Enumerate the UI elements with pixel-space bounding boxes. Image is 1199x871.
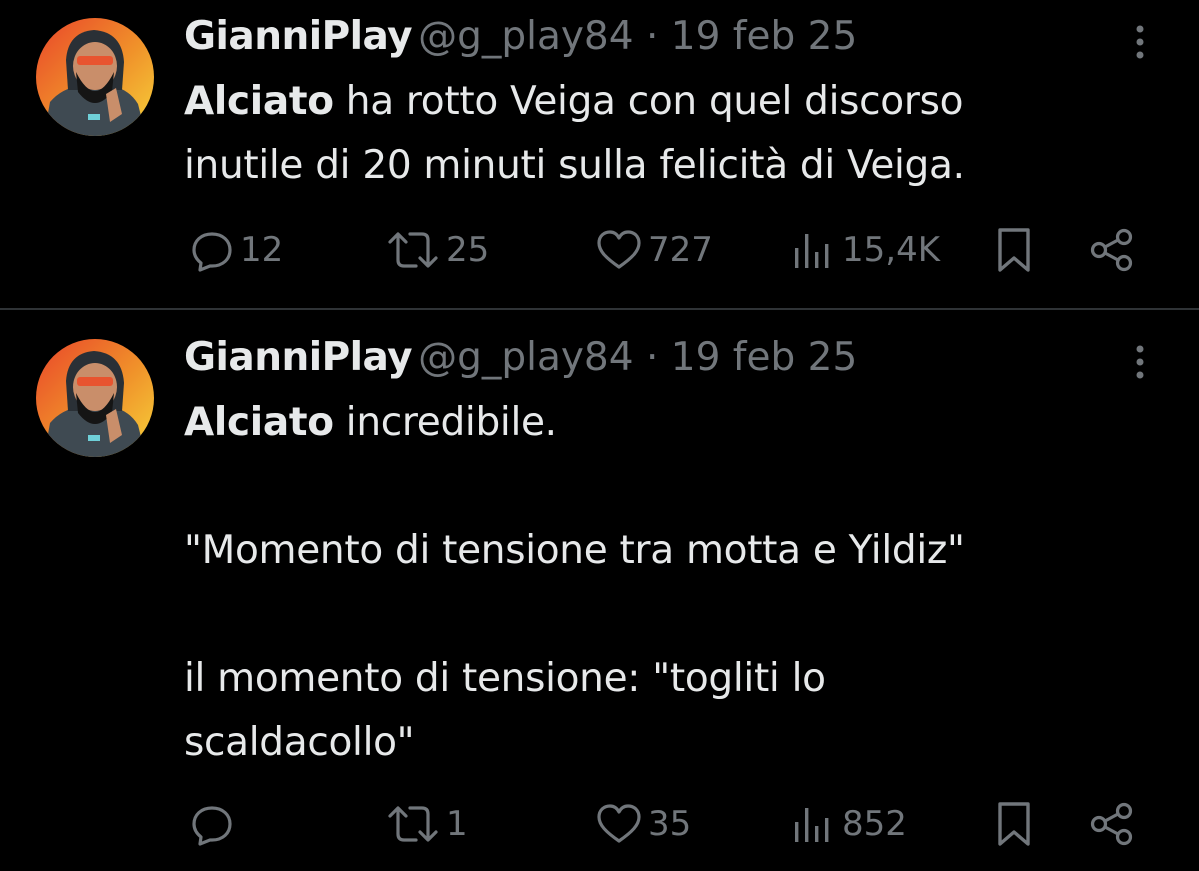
repost-count: 1 [446,804,468,844]
view-count: 852 [842,804,907,844]
bookmark-icon [998,228,1030,272]
reply-button[interactable]: 12 [188,220,283,280]
tweet-text: Alciato ha rotto Veiga con quel discorso… [184,70,1164,198]
views-icon [795,234,829,268]
user-handle[interactable]: @g_play84 [418,335,633,380]
repost-button[interactable]: 25 [384,220,489,280]
tweet-header: GianniPlay @g_play84 · 19 feb 25 [184,335,857,381]
tweet-text-line: "Momento di tensione tra motta e Yildiz" [184,528,965,573]
like-count: 727 [648,230,713,270]
reply-button[interactable] [188,794,240,854]
view-count: 15,4K [842,230,940,270]
views-button[interactable]: 15,4K [790,220,940,280]
bookmark-icon [998,802,1030,846]
share-button[interactable] [1088,220,1136,280]
tweet[interactable]: GianniPlay @g_play84 · 19 feb 25 Alciato … [0,310,1199,871]
avatar[interactable] [36,339,154,457]
repost-icon [388,806,438,842]
avatar[interactable] [36,18,154,136]
reply-icon [192,232,232,272]
tweet-text-content: incredibile. [333,400,557,445]
repost-count: 25 [446,230,490,270]
repost-icon [388,232,438,268]
bookmark-button[interactable] [994,794,1034,854]
display-name[interactable]: GianniPlay [184,335,413,380]
user-handle[interactable]: @g_play84 [418,14,633,59]
share-icon [1090,802,1133,846]
views-button[interactable]: 852 [790,794,907,854]
separator-dot: · [645,335,659,380]
tweet-text-line: scaldacollo" [184,720,415,765]
display-name[interactable]: GianniPlay [184,14,413,59]
more-icon[interactable] [1126,20,1154,70]
like-button[interactable]: 35 [594,794,691,854]
like-icon [597,230,641,269]
action-bar: 12 25 727 15,4K [0,220,1199,280]
mention-link[interactable]: Alciato [184,79,334,124]
action-bar: 1 35 852 [0,794,1199,854]
tweet-date[interactable]: 19 feb 25 [671,335,858,380]
bookmark-button[interactable] [994,220,1034,280]
tweet-text: Alciato incredibile. "Momento di tension… [184,391,1164,775]
tweet-text-line: Alciato ha rotto Veiga con quel discorso… [184,70,1084,198]
share-icon [1090,228,1133,272]
tweet[interactable]: GianniPlay @g_play84 · 19 feb 25 Alciato … [0,0,1199,308]
share-button[interactable] [1088,794,1136,854]
more-icon[interactable] [1126,340,1154,390]
repost-button[interactable]: 1 [384,794,468,854]
reply-icon [192,806,232,846]
tweet-header: GianniPlay @g_play84 · 19 feb 25 [184,14,857,60]
separator-dot: · [645,14,659,59]
tweet-text-line: il momento di tensione: "togliti lo [184,656,826,701]
like-icon [597,804,641,843]
tweet-text-line: Alciato incredibile. [184,391,1164,455]
like-button[interactable]: 727 [594,220,713,280]
tweet-date[interactable]: 19 feb 25 [671,14,858,59]
like-count: 35 [648,804,692,844]
mention-link[interactable]: Alciato [184,400,334,445]
views-icon [795,808,829,842]
reply-count: 12 [240,230,284,270]
